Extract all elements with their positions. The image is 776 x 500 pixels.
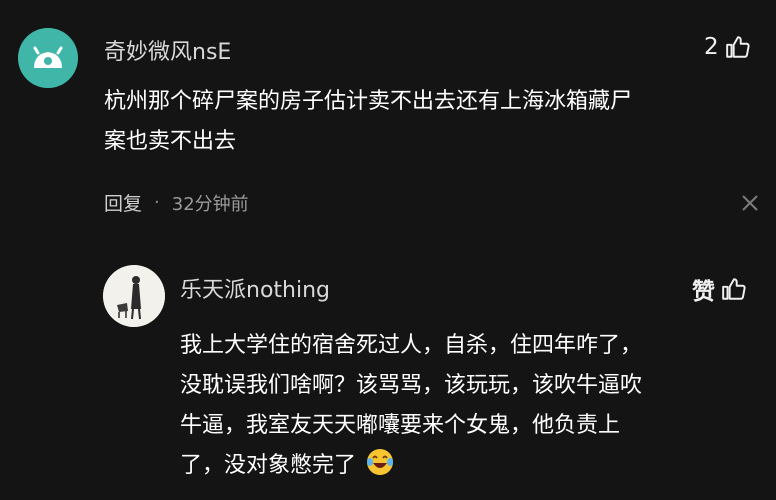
text-line-with-emoji: 了，没对象憋完了 bbox=[180, 446, 760, 486]
like-count: 2 bbox=[704, 34, 719, 60]
thumbs-up-icon bbox=[722, 278, 746, 300]
text-line: 杭州那个碎尸案的房子估计卖不出去还有上海冰箱藏尸 bbox=[104, 89, 633, 114]
text-line: 我上大学住的宿舍死过人，自杀，住四年咋了， bbox=[180, 333, 643, 358]
comment-text: 我上大学住的宿舍死过人，自杀，住四年咋了， 没耽误我们啥啊？该骂骂，该玩玩，该吹… bbox=[180, 326, 760, 486]
separator-dot: · bbox=[154, 192, 160, 213]
text-line: 案也卖不出去 bbox=[104, 129, 237, 154]
like-label: 赞 bbox=[692, 279, 715, 305]
thumbs-up-icon bbox=[725, 36, 750, 58]
sketch-figure-icon bbox=[103, 265, 165, 327]
avatar-sketch[interactable] bbox=[103, 265, 165, 327]
text-line: 没耽误我们啥啊？该骂骂，该玩玩，该吹牛逼吹 bbox=[180, 373, 643, 398]
text-line: 牛逼，我室友天天嘟囔要来个女鬼，他负责上 bbox=[180, 413, 621, 438]
comment-text: 杭州那个碎尸案的房子估计卖不出去还有上海冰箱藏尸 案也卖不出去 bbox=[104, 82, 754, 162]
timestamp: 32分钟前 bbox=[171, 193, 249, 215]
username[interactable]: 乐天派nothing bbox=[180, 272, 330, 304]
robot-face-icon bbox=[18, 28, 78, 88]
laughing-crying-emoji-icon bbox=[367, 449, 394, 475]
username[interactable]: 奇妙微风nsE bbox=[104, 34, 231, 66]
like-button[interactable]: 赞 bbox=[692, 272, 747, 306]
avatar-teal[interactable] bbox=[18, 28, 78, 88]
comment-meta: 回复 · 32分钟前 bbox=[104, 189, 249, 216]
like-button[interactable]: 2 bbox=[704, 34, 751, 60]
reply-button[interactable]: 回复 bbox=[104, 189, 142, 216]
close-icon[interactable] bbox=[740, 193, 760, 217]
text-line: 了，没对象憋完了 bbox=[180, 453, 357, 478]
